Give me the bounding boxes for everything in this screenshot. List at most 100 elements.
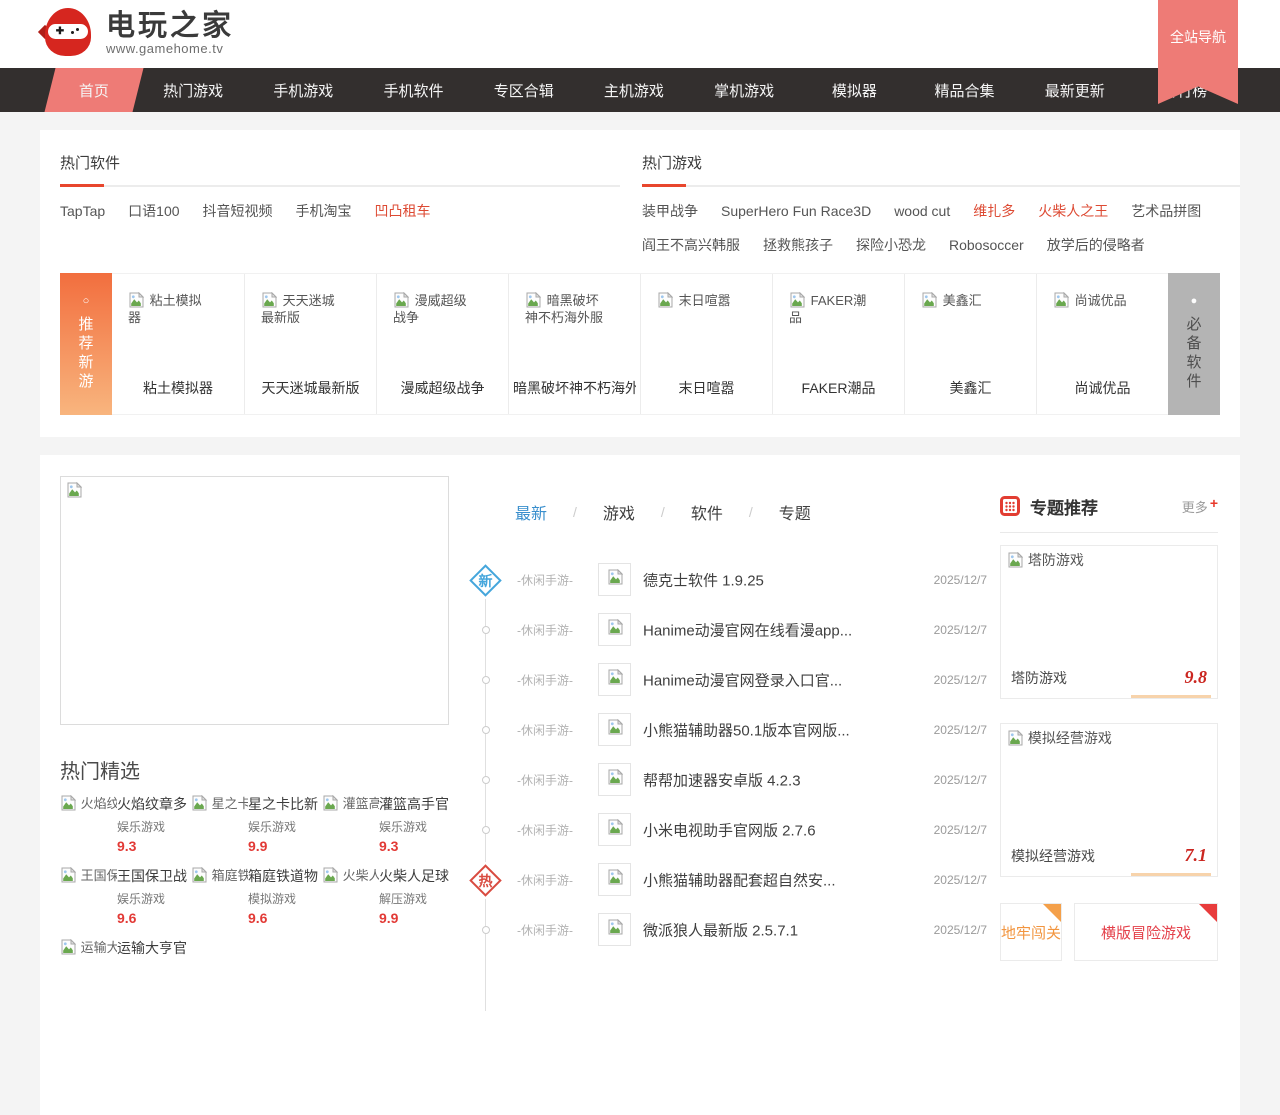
nav-item-label: 模拟器 — [832, 80, 877, 101]
divider — [1000, 532, 1218, 533]
feed-item-title[interactable]: 小熊猫辅助器50.1版本官网版... — [643, 720, 850, 741]
hot-game-link[interactable]: 放学后的侵略者 — [1047, 237, 1145, 253]
feed-item-date: 2025/12/7 — [934, 573, 987, 587]
nav-item[interactable]: 手机软件 — [358, 68, 468, 112]
nav-item[interactable]: 专区合辑 — [469, 68, 579, 112]
card-thumbnail: 火柴人足球 — [322, 865, 379, 927]
feed-item[interactable]: -休闲手游- Hanime动漫官网登录入口官... 2025/12/7 — [455, 655, 987, 705]
featured-card-score: 9.6 — [248, 910, 322, 926]
carousel-game-card[interactable]: 美鑫汇 美鑫汇 — [904, 274, 1036, 414]
card-thumbnail: 漫威超级战争 — [393, 292, 477, 326]
tab-separator: / — [573, 504, 577, 520]
nav-item[interactable]: 模拟器 — [799, 68, 909, 112]
carousel-game-card[interactable]: 漫威超级战争 漫威超级战争 — [376, 274, 508, 414]
feed-item[interactable]: -休闲手游- 微派狼人最新版 2.5.7.1 2025/12/7 — [455, 905, 987, 955]
feed-item-title[interactable]: 小米电视助手官网版 2.7.6 — [643, 820, 816, 841]
feed-item[interactable]: 热 -休闲手游- 小熊猫辅助器配套超自然安... 2025/12/7 — [455, 855, 987, 905]
featured-game-card[interactable]: 灌篮高手 灌篮高手官 娱乐游戏 9.3 — [322, 793, 453, 855]
featured-game-card[interactable]: 箱庭铁道 箱庭铁道物 模拟游戏 9.6 — [191, 865, 322, 927]
topics-more-link[interactable]: 更多+ — [1182, 497, 1218, 516]
featured-game-card[interactable]: 星之卡比 星之卡比新 娱乐游戏 9.9 — [191, 793, 322, 855]
hot-game-link[interactable]: 拯救熊孩子 — [763, 237, 833, 253]
nav-item[interactable]: 主机游戏 — [579, 68, 689, 112]
hot-game-link[interactable]: 阎王不高兴韩服 — [642, 237, 740, 253]
hot-game-link[interactable]: 艺术品拼图 — [1131, 203, 1201, 219]
featured-game-card[interactable]: 火柴人足球 火柴人足球 解压游戏 9.9 — [322, 865, 453, 927]
site-logo[interactable]: ✚ 电玩之家 www.gamehome.tv — [40, 7, 234, 59]
carousel-game-card[interactable]: 暗黑破坏神不朽海外服 暗黑破坏神不朽海外服 — [508, 274, 640, 414]
carousel-game-card[interactable]: 粘土模拟器 粘土模拟器 — [112, 274, 244, 414]
nav-item[interactable]: 掌机游戏 — [689, 68, 799, 112]
section-underline — [642, 185, 1240, 187]
feed-item-title[interactable]: 小熊猫辅助器配套超自然安... — [643, 870, 836, 891]
recommended-new-games-tab[interactable]: ○ 推荐新游 — [60, 273, 112, 415]
nav-item[interactable]: 热门游戏 — [138, 68, 248, 112]
carousel-game-card[interactable]: 天天迷城最新版 天天迷城最新版 — [244, 274, 376, 414]
essential-software-tab[interactable]: ● 必备软件 — [1168, 273, 1220, 415]
nav-item[interactable]: 手机游戏 — [248, 68, 358, 112]
carousel-game-card[interactable]: 末日喧嚣 末日喧嚣 — [640, 274, 772, 414]
broken-image-icon — [1007, 552, 1023, 568]
carousel-card-title: 粘土模拟器 — [116, 378, 240, 398]
featured-card-info: 星之卡比新 娱乐游戏 9.9 — [248, 793, 322, 855]
hot-game-link[interactable]: Robosoccer — [949, 237, 1024, 253]
hero-banner[interactable] — [60, 476, 449, 725]
hot-software-link[interactable]: 手机淘宝 — [296, 203, 352, 219]
featured-game-card[interactable]: 王国保卫战 王国保卫战 娱乐游戏 9.6 — [60, 865, 191, 927]
hot-game-link[interactable]: wood cut — [894, 203, 950, 219]
nav-item[interactable]: 精品合集 — [909, 68, 1019, 112]
featured-card-info: 火柴人足球 解压游戏 9.9 — [379, 865, 453, 927]
topic-card[interactable]: 塔防游戏 塔防游戏 9.8 — [1000, 545, 1218, 699]
carousel-card-title: 暗黑破坏神不朽海外服 — [513, 378, 636, 398]
score-underline — [1131, 695, 1211, 698]
topic-tag[interactable]: 横版冒险游戏 — [1074, 903, 1218, 961]
hot-game-link[interactable]: SuperHero Fun Race3D — [721, 203, 871, 219]
topic-card-title: 模拟经营游戏 — [1011, 846, 1095, 866]
topics-title: 专题推荐 — [1030, 494, 1098, 519]
feed-item-title[interactable]: 帮帮加速器安卓版 4.2.3 — [643, 770, 801, 791]
feed-tab[interactable]: 专题 — [779, 500, 811, 524]
feed-item-title[interactable]: Hanime动漫官网登录入口官... — [643, 670, 842, 691]
hot-game-link[interactable]: 装甲战争 — [642, 203, 698, 219]
nav-item[interactable]: 首页 — [45, 68, 144, 112]
featured-game-card[interactable]: 火焰纹章 火焰纹章多 娱乐游戏 9.3 — [60, 793, 191, 855]
feed-tab[interactable]: 游戏 — [603, 500, 635, 524]
hot-game-link[interactable]: 探险小恐龙 — [856, 237, 926, 253]
feed-tab[interactable]: 最新 — [515, 500, 547, 524]
topic-tag[interactable]: 地牢闯关 — [1000, 903, 1062, 961]
featured-card-info: 火焰纹章多 娱乐游戏 9.3 — [117, 793, 191, 855]
featured-card-score: 9.9 — [248, 838, 322, 854]
hot-software-link[interactable]: 抖音短视频 — [203, 203, 273, 219]
carousel-game-card[interactable]: FAKER潮品 FAKER潮品 — [772, 274, 904, 414]
feed-tab[interactable]: 软件 — [691, 500, 723, 524]
feed-item[interactable]: -休闲手游- 小熊猫辅助器50.1版本官网版... 2025/12/7 — [455, 705, 987, 755]
site-header: ✚ 电玩之家 www.gamehome.tv 全站导航 — [0, 0, 1280, 68]
feed-item[interactable]: 新 -休闲手游- 德克士软件 1.9.25 2025/12/7 — [455, 555, 987, 605]
topic-card-score: 7.1 — [1185, 845, 1208, 866]
hot-software-link[interactable]: 凹凸租车 — [375, 203, 431, 219]
nav-item-label: 手机软件 — [384, 80, 444, 101]
hot-game-link[interactable]: 维扎多 — [973, 203, 1015, 219]
hot-game-link[interactable]: 火柴人之王 — [1038, 203, 1108, 219]
feed-item[interactable]: -休闲手游- 小米电视助手官网版 2.7.6 2025/12/7 — [455, 805, 987, 855]
hot-software-links: TapTap 口语100 抖音短视频 手机淘宝 凹凸租车 — [60, 202, 620, 221]
topic-card[interactable]: 模拟经营游戏 模拟经营游戏 7.1 — [1000, 723, 1218, 877]
broken-image-icon — [66, 482, 82, 498]
thumbnail-alt-text: 箱庭铁道 — [212, 868, 248, 883]
thumbnail-alt-text: 星之卡比 — [212, 796, 248, 811]
featured-card-score: 9.6 — [117, 910, 191, 926]
feed-item-title[interactable]: 微派狼人最新版 2.5.7.1 — [643, 920, 798, 941]
nav-item[interactable]: 最新更新 — [1020, 68, 1130, 112]
broken-image-icon — [607, 819, 623, 835]
feed-item[interactable]: -休闲手游- 帮帮加速器安卓版 4.2.3 2025/12/7 — [455, 755, 987, 805]
hot-software-link[interactable]: TapTap — [60, 203, 105, 219]
feed-item-title[interactable]: Hanime动漫官网在线看漫app... — [643, 620, 852, 641]
featured-game-card[interactable]: 运输大亨 运输大亨官 — [60, 937, 191, 999]
feed-item[interactable]: -休闲手游- Hanime动漫官网在线看漫app... 2025/12/7 — [455, 605, 987, 655]
timeline-dot-icon — [482, 826, 490, 834]
feed-item-title[interactable]: 德克士软件 1.9.25 — [643, 570, 764, 591]
feed-item-date: 2025/12/7 — [934, 823, 987, 837]
hot-software-link[interactable]: 口语100 — [128, 203, 179, 219]
carousel-game-card[interactable]: 尚诚优品 尚诚优品 — [1036, 274, 1168, 414]
hot-software-section: 热门软件 TapTap口语100抖音短视频手机淘宝凹凸租车 — [60, 152, 620, 221]
